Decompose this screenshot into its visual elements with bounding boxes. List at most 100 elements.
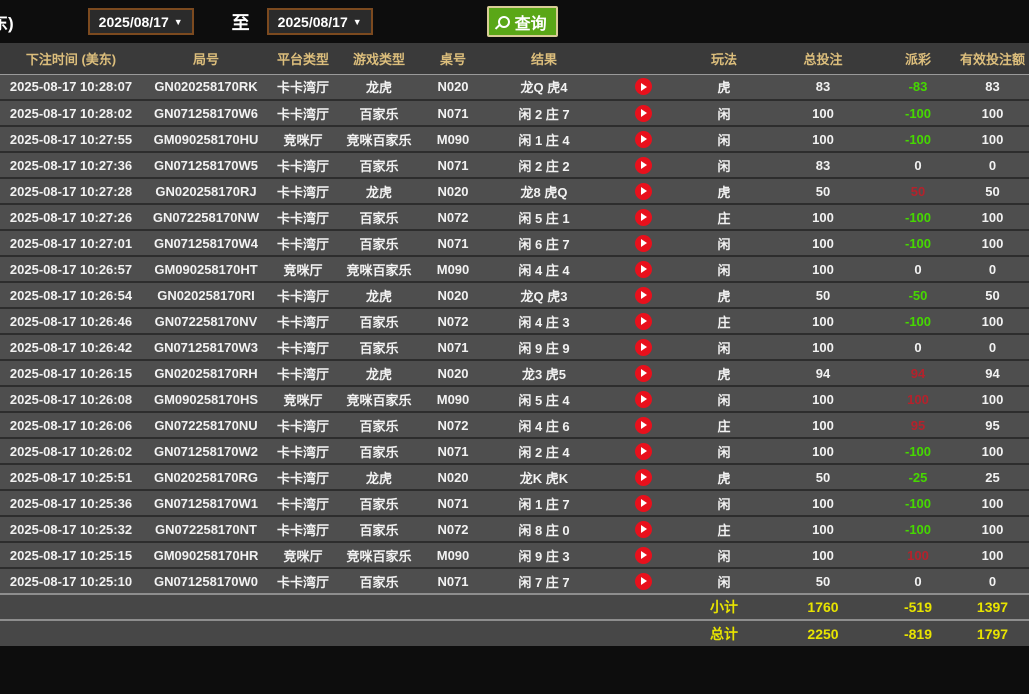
cell-valid-bet: 25: [956, 464, 1029, 490]
empty-cell: [604, 594, 682, 620]
cell-replay: [604, 360, 682, 386]
cell-play: 庄: [682, 308, 766, 334]
cell-payout: 50: [880, 178, 956, 204]
replay-icon[interactable]: [635, 183, 652, 200]
cell-payout: -100: [880, 126, 956, 152]
table-row: 2025-08-17 10:26:06GN072258170NU卡卡湾厅百家乐N…: [0, 412, 1029, 438]
column-header-4: 桌号: [422, 43, 484, 74]
cell-table-no: M090: [422, 386, 484, 412]
replay-icon[interactable]: [635, 235, 652, 252]
cell-game-type: 百家乐: [336, 308, 422, 334]
table-row: 2025-08-17 10:26:57GM090258170HT竞咪厅竞咪百家乐…: [0, 256, 1029, 282]
replay-icon[interactable]: [635, 495, 652, 512]
replay-icon[interactable]: [635, 105, 652, 122]
date-to-select[interactable]: 2025/08/17 ▼: [267, 8, 373, 35]
cell-valid-bet: 100: [956, 230, 1029, 256]
cell-table-no: N020: [422, 282, 484, 308]
replay-icon[interactable]: [635, 365, 652, 382]
cell-valid-bet: 0: [956, 334, 1029, 360]
cell-play: 闲: [682, 386, 766, 412]
column-header-1: 局号: [142, 43, 270, 74]
subtotal-row-total-bet: 1760: [766, 594, 880, 620]
cell-play: 闲: [682, 230, 766, 256]
cell-result: 龙K 虎K: [484, 464, 604, 490]
cell-replay: [604, 74, 682, 100]
cell-round-id: GN071258170W3: [142, 334, 270, 360]
cell-result: 闲 7 庄 7: [484, 568, 604, 594]
subtotal-row-valid-bet: 1397: [956, 594, 1029, 620]
cell-time: 2025-08-17 10:28:07: [0, 74, 142, 100]
table-row: 2025-08-17 10:25:10GN071258170W0卡卡湾厅百家乐N…: [0, 568, 1029, 594]
cell-result: 闲 6 庄 7: [484, 230, 604, 256]
table-row: 2025-08-17 10:27:26GN072258170NW卡卡湾厅百家乐N…: [0, 204, 1029, 230]
table-row: 2025-08-17 10:26:54GN020258170RI卡卡湾厅龙虎N0…: [0, 282, 1029, 308]
replay-icon[interactable]: [635, 443, 652, 460]
table-row: 2025-08-17 10:26:42GN071258170W3卡卡湾厅百家乐N…: [0, 334, 1029, 360]
cell-replay: [604, 256, 682, 282]
cell-total-bet: 100: [766, 230, 880, 256]
table-row: 2025-08-17 10:25:32GN072258170NT卡卡湾厅百家乐N…: [0, 516, 1029, 542]
replay-icon[interactable]: [635, 339, 652, 356]
replay-icon[interactable]: [635, 287, 652, 304]
cell-payout: 0: [880, 334, 956, 360]
replay-icon[interactable]: [635, 547, 652, 564]
cell-replay: [604, 100, 682, 126]
column-header-6: [604, 43, 682, 74]
replay-icon[interactable]: [635, 261, 652, 278]
cell-platform: 卡卡湾厅: [270, 230, 336, 256]
cell-play: 虎: [682, 74, 766, 100]
cell-total-bet: 83: [766, 152, 880, 178]
cell-valid-bet: 100: [956, 100, 1029, 126]
replay-icon[interactable]: [635, 521, 652, 538]
cell-round-id: GN020258170RG: [142, 464, 270, 490]
replay-icon[interactable]: [635, 573, 652, 590]
replay-icon[interactable]: [635, 313, 652, 330]
cell-round-id: GM090258170HS: [142, 386, 270, 412]
replay-icon[interactable]: [635, 209, 652, 226]
cell-play: 闲: [682, 126, 766, 152]
date-from-select[interactable]: 2025/08/17 ▼: [88, 8, 194, 35]
grand-total-row-total-bet: 2250: [766, 620, 880, 646]
query-button[interactable]: 查询: [487, 6, 558, 37]
cell-valid-bet: 0: [956, 568, 1029, 594]
cell-time: 2025-08-17 10:26:54: [0, 282, 142, 308]
grand-total-row: 总计2250-8191797: [0, 620, 1029, 646]
cell-game-type: 龙虎: [336, 360, 422, 386]
cell-round-id: GN072258170NT: [142, 516, 270, 542]
replay-icon[interactable]: [635, 157, 652, 174]
cell-replay: [604, 438, 682, 464]
cell-total-bet: 50: [766, 178, 880, 204]
cell-game-type: 百家乐: [336, 230, 422, 256]
replay-icon[interactable]: [635, 469, 652, 486]
cell-payout: -50: [880, 282, 956, 308]
cell-payout: -100: [880, 308, 956, 334]
cell-time: 2025-08-17 10:26:46: [0, 308, 142, 334]
replay-icon[interactable]: [635, 391, 652, 408]
cell-game-type: 竞咪百家乐: [336, 386, 422, 412]
cell-table-no: M090: [422, 256, 484, 282]
table-row: 2025-08-17 10:26:15GN020258170RH卡卡湾厅龙虎N0…: [0, 360, 1029, 386]
cell-table-no: N071: [422, 490, 484, 516]
cell-game-type: 龙虎: [336, 282, 422, 308]
cell-valid-bet: 100: [956, 438, 1029, 464]
cell-result: 闲 2 庄 7: [484, 100, 604, 126]
cell-time: 2025-08-17 10:27:55: [0, 126, 142, 152]
cell-table-no: N071: [422, 230, 484, 256]
cell-result: 闲 5 庄 1: [484, 204, 604, 230]
play-triangle-icon: [641, 83, 647, 91]
cell-result: 龙Q 虎3: [484, 282, 604, 308]
replay-icon[interactable]: [635, 417, 652, 434]
table-row: 2025-08-17 10:27:01GN071258170W4卡卡湾厅百家乐N…: [0, 230, 1029, 256]
cell-play: 庄: [682, 516, 766, 542]
cell-play: 虎: [682, 360, 766, 386]
cell-time: 2025-08-17 10:25:32: [0, 516, 142, 542]
cell-game-type: 百家乐: [336, 100, 422, 126]
empty-cell: [270, 620, 336, 646]
search-icon: [498, 16, 510, 28]
cell-result: 闲 4 庄 4: [484, 256, 604, 282]
replay-icon[interactable]: [635, 131, 652, 148]
cell-replay: [604, 308, 682, 334]
cell-payout: -100: [880, 516, 956, 542]
replay-icon[interactable]: [635, 78, 652, 95]
cell-round-id: GM090258170HT: [142, 256, 270, 282]
